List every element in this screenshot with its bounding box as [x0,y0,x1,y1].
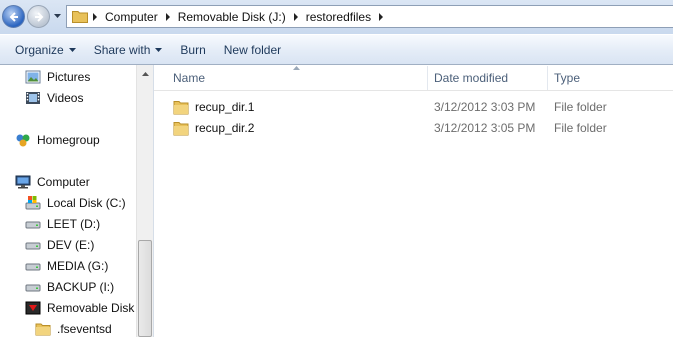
breadcrumb-computer[interactable]: Computer [102,10,161,24]
file-type: File folder [554,100,607,114]
breadcrumb-removable-disk[interactable]: Removable Disk (J:) [175,10,289,24]
file-date-modified: 3/12/2012 3:03 PM [434,100,536,114]
computer-icon [15,174,31,190]
new-folder-button[interactable]: New folder [215,38,290,61]
nav-item-fseventsd[interactable]: .fseventsd [35,319,112,337]
column-header: Name Date modified Type [154,65,673,91]
pictures-icon [25,69,41,85]
table-row[interactable]: recup_dir.1 3/12/2012 3:03 PM File folde… [154,97,673,118]
nav-pane-scrollbar[interactable] [136,65,153,337]
drive-icon [25,279,41,295]
nav-item-media-g[interactable]: MEDIA (G:) [25,256,108,276]
folder-icon [173,122,189,136]
breadcrumb-separator-icon[interactable] [374,6,388,27]
file-name: recup_dir.1 [195,100,255,114]
address-box[interactable]: Computer Removable Disk (J:) restoredfil… [66,5,673,28]
homegroup-icon [15,132,31,148]
removable-disk-icon [25,300,41,316]
share-with-button[interactable]: Share with [85,38,172,61]
nav-item-backup-i[interactable]: BACKUP (I:) [25,277,114,297]
nav-item-computer[interactable]: Computer [15,172,90,192]
scroll-thumb[interactable] [138,240,152,337]
nav-item-local-disk-c[interactable]: Local Disk (C:) [25,193,126,213]
folder-icon [173,101,189,115]
scroll-up-arrow-icon[interactable] [137,65,153,82]
address-bar-area: Computer Removable Disk (J:) restoredfil… [0,0,673,34]
breadcrumb-separator-icon[interactable] [161,6,175,27]
nav-item-removable-disk[interactable]: Removable Disk ( [25,298,142,318]
system-drive-icon [25,195,41,211]
breadcrumb-separator-icon[interactable] [88,6,102,27]
chevron-down-icon [68,47,76,52]
file-type: File folder [554,121,607,135]
breadcrumb-restoredfiles[interactable]: restoredfiles [303,10,374,24]
chevron-down-icon [155,47,163,52]
forward-button[interactable] [27,5,50,28]
navigation-pane: Pictures Videos Homegroup Computer Local… [0,65,153,337]
breadcrumb-separator-icon[interactable] [289,6,303,27]
folder-icon [72,11,88,23]
recent-pages-dropdown[interactable] [53,11,62,20]
drive-icon [25,258,41,274]
file-name: recup_dir.2 [195,121,255,135]
drive-icon [25,237,41,253]
burn-button[interactable]: Burn [171,38,214,61]
nav-item-pictures[interactable]: Pictures [25,67,90,87]
column-type[interactable]: Type [548,65,673,91]
file-date-modified: 3/12/2012 3:05 PM [434,121,536,135]
folder-icon [35,321,51,337]
videos-icon [25,90,41,106]
forward-arrow-icon [34,11,43,22]
organize-button[interactable]: Organize [6,38,85,61]
file-list: Name Date modified Type recup_dir.1 3/12… [154,65,673,337]
table-row[interactable]: recup_dir.2 3/12/2012 3:05 PM File folde… [154,118,673,139]
back-arrow-icon [9,11,18,22]
nav-item-videos[interactable]: Videos [25,88,83,108]
column-date-modified[interactable]: Date modified [428,65,548,91]
column-name[interactable]: Name [167,65,427,91]
nav-item-dev-e[interactable]: DEV (E:) [25,235,94,255]
drive-icon [25,216,41,232]
nav-item-leet-d[interactable]: LEET (D:) [25,214,100,234]
command-toolbar: Organize Share with Burn New folder [0,34,673,65]
back-button[interactable] [2,5,25,28]
nav-item-homegroup[interactable]: Homegroup [15,130,100,150]
